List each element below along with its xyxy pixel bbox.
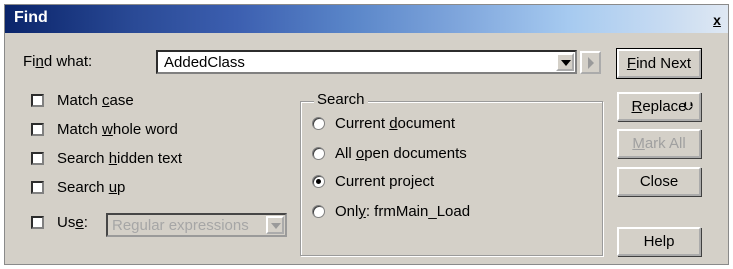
match-case-label: Match case <box>57 92 134 109</box>
current-document-radio[interactable] <box>312 117 325 130</box>
find-what-combobox[interactable]: AddedClass <box>156 50 577 74</box>
close-button[interactable]: Close <box>617 167 701 196</box>
search-up-checkbox[interactable] <box>31 181 44 194</box>
replace-button[interactable]: Replace ⮋ <box>617 92 701 121</box>
expression-builder-arrow-icon[interactable] <box>580 51 601 74</box>
current-document-label: Current document <box>335 115 456 132</box>
find-what-label: Find what: <box>23 53 93 70</box>
double-chevron-down-icon: ⮋ <box>683 99 693 113</box>
mark-all-button[interactable]: Mark All <box>617 129 701 158</box>
match-case-checkbox[interactable] <box>31 94 44 107</box>
match-whole-word-label: Match whole word <box>57 121 178 138</box>
match-whole-word-checkbox[interactable] <box>31 123 44 136</box>
search-hidden-text-checkbox[interactable] <box>31 152 44 165</box>
use-value: Regular expressions <box>112 217 249 234</box>
current-project-radio[interactable] <box>312 175 325 188</box>
use-combobox[interactable]: Regular expressions <box>106 213 287 237</box>
all-open-documents-label: All open documents <box>335 145 467 162</box>
all-open-documents-radio[interactable] <box>312 147 325 160</box>
use-checkbox[interactable] <box>31 216 44 229</box>
find-dialog: Find x Find what: AddedClass Match case … <box>4 4 729 265</box>
search-up-label: Search up <box>57 179 126 196</box>
dialog-title: Find <box>14 9 48 26</box>
use-label: Use: <box>57 214 88 231</box>
only-radio[interactable] <box>312 205 325 218</box>
find-what-value[interactable]: AddedClass <box>164 54 245 71</box>
title-bar[interactable]: Find x <box>5 5 728 33</box>
find-next-button[interactable]: Find Next <box>616 48 702 79</box>
only-label: Only: frmMain_Load <box>335 203 471 220</box>
close-icon[interactable]: x <box>710 13 724 27</box>
help-button[interactable]: Help <box>617 227 701 256</box>
chevron-down-icon[interactable] <box>556 53 574 71</box>
search-hidden-text-label: Search hidden text <box>57 150 183 167</box>
chevron-down-icon[interactable] <box>266 216 284 234</box>
search-group-title: Search <box>314 91 368 108</box>
current-project-label: Current project <box>335 173 435 190</box>
